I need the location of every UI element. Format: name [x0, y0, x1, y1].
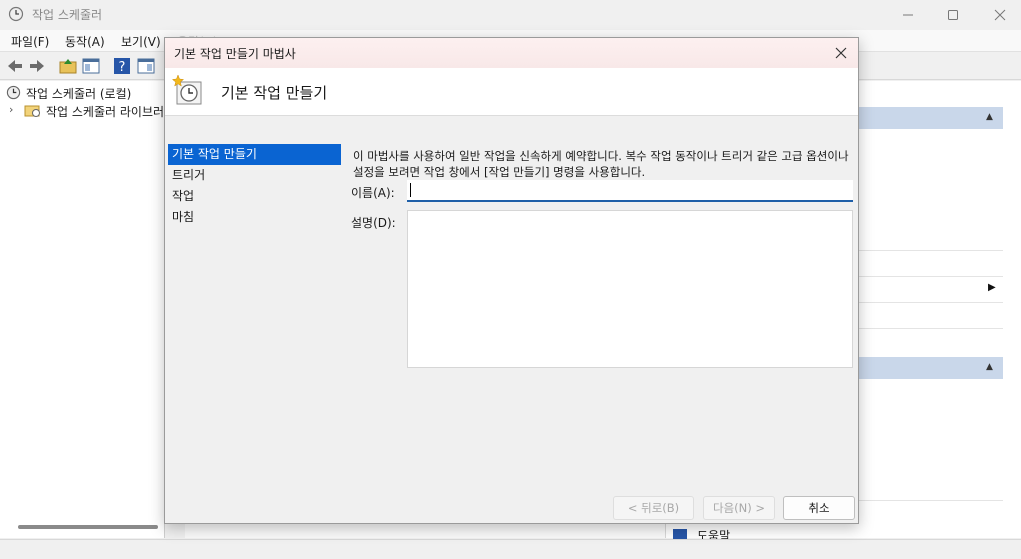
wizard-header-title: 기본 작업 만들기 — [221, 84, 328, 102]
close-window-button[interactable] — [977, 0, 1021, 30]
actions-section-header[interactable] — [858, 107, 1003, 129]
minimize-button[interactable] — [885, 0, 931, 30]
selected-item-section-header[interactable] — [858, 357, 1003, 379]
action-help[interactable]: 도움말 — [697, 527, 730, 539]
close-icon — [994, 9, 1006, 21]
divider — [858, 276, 1003, 277]
show-hide-tree-icon[interactable] — [81, 56, 101, 76]
forward-arrow-icon[interactable] — [27, 56, 47, 76]
main-window-title: 작업 스케줄러 — [32, 8, 103, 22]
clock-icon — [8, 6, 24, 22]
back-arrow-icon[interactable] — [5, 56, 25, 76]
left-pane-scrollbar[interactable] — [18, 525, 158, 529]
divider — [858, 302, 1003, 303]
wizard-steps: 기본 작업 만들기 트리거 작업 마침 — [168, 144, 341, 228]
task-wizard-icon — [171, 74, 202, 105]
next-button[interactable]: 다음(N) > — [703, 496, 775, 520]
maximize-button[interactable] — [930, 0, 976, 30]
folder-clock-icon — [24, 105, 40, 117]
close-icon — [835, 47, 847, 59]
back-button[interactable]: < 뒤로(B) — [613, 496, 694, 520]
dialog-close-button[interactable] — [829, 42, 853, 64]
help-icon[interactable]: ? — [112, 56, 132, 76]
text-caret — [410, 183, 411, 197]
menu-action[interactable]: 동작(A) — [65, 33, 105, 50]
name-label: 이름(A): — [351, 186, 395, 200]
menu-view[interactable]: 보기(V) — [121, 33, 161, 50]
cancel-button[interactable]: 취소 — [783, 496, 855, 520]
divider — [858, 500, 1003, 501]
step-create-basic-task[interactable]: 기본 작업 만들기 — [168, 144, 341, 165]
description-textarea[interactable] — [407, 210, 853, 368]
help-icon — [673, 529, 687, 539]
clock-icon — [6, 85, 21, 100]
chevron-right-icon[interactable]: › — [9, 103, 13, 116]
tree-item-local[interactable]: 작업 스케줄러 (로컬) — [26, 85, 131, 102]
collapse-arrow-icon[interactable]: ▲ — [986, 362, 993, 372]
main-titlebar — [0, 0, 1021, 30]
minimize-icon — [903, 14, 913, 16]
up-folder-icon[interactable] — [58, 56, 78, 76]
collapse-arrow-icon[interactable]: ▲ — [986, 112, 993, 122]
step-finish[interactable]: 마침 — [168, 207, 341, 228]
description-label: 설명(D): — [351, 216, 396, 230]
dialog-title: 기본 작업 만들기 마법사 — [174, 47, 296, 61]
divider — [858, 328, 1003, 329]
svg-text:?: ? — [119, 60, 126, 75]
navigation-tree-pane — [0, 81, 165, 538]
name-input[interactable] — [407, 180, 853, 202]
wizard-description: 이 마법사를 사용하여 일반 작업을 신속하게 예약합니다. 복수 작업 동작이… — [353, 149, 849, 179]
create-basic-task-wizard: 기본 작업 만들기 마법사 기본 작업 만들기 기본 작업 만들기 트리거 작업… — [164, 37, 859, 524]
step-trigger[interactable]: 트리거 — [168, 165, 341, 186]
divider — [858, 250, 1003, 251]
statusbar — [0, 539, 1021, 559]
maximize-icon — [948, 10, 958, 20]
tree-item-library[interactable]: 작업 스케줄러 라이브러리 — [46, 103, 164, 120]
step-action[interactable]: 작업 — [168, 186, 341, 207]
submenu-arrow-icon[interactable]: ▶ — [988, 282, 996, 293]
menu-file[interactable]: 파일(F) — [11, 33, 49, 50]
properties-pane-icon[interactable] — [136, 56, 156, 76]
